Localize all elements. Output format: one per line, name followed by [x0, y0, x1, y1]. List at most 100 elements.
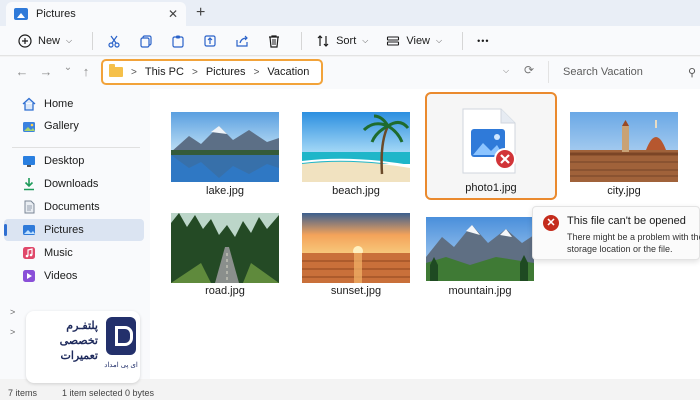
status-bar: 7 items 1 item selected 0 bytes — [0, 388, 700, 400]
sidebar-item-pictures[interactable]: Pictures — [4, 219, 144, 241]
cut-button[interactable] — [101, 29, 127, 53]
pictures-icon — [23, 225, 35, 235]
road-image — [171, 213, 279, 283]
back-arrow-icon[interactable]: ← — [12, 64, 32, 79]
sidebar-item-gallery[interactable]: Gallery — [4, 115, 144, 137]
breadcrumb-pictures[interactable]: Pictures — [206, 66, 246, 78]
navigation-bar: ← → ⌄ ↑ > This PC > Pictures > Vacation … — [0, 57, 700, 89]
close-tab-icon[interactable]: ✕ — [168, 7, 178, 21]
logo-text-line: پلتفـرم — [66, 320, 98, 332]
view-label: View — [406, 34, 431, 47]
sidebar-item-documents[interactable]: Documents — [4, 196, 144, 218]
documents-icon — [24, 200, 35, 214]
error-message-line: storage location or the file. — [567, 244, 673, 254]
divider — [462, 31, 464, 50]
breadcrumb-vacation[interactable]: Vacation — [267, 66, 309, 78]
gallery-icon — [23, 122, 35, 132]
sidebar-item-desktop[interactable]: Desktop — [4, 150, 144, 172]
forward-arrow-icon[interactable]: → — [36, 64, 56, 79]
delete-button[interactable] — [261, 29, 287, 53]
search-input[interactable]: Search Vacation ⚲ — [548, 61, 698, 83]
recent-chevron-icon[interactable]: ⌄ — [58, 62, 78, 73]
file-thumbnail-lake[interactable] — [171, 112, 279, 182]
command-bar: New ⌵ Sort ⌵ View ⌵ ••• — [0, 26, 700, 56]
file-thumbnail-beach[interactable] — [302, 112, 410, 182]
address-history-chevron-icon[interactable]: ⌵ — [503, 66, 509, 76]
divider — [301, 31, 303, 50]
sidebar-item-videos[interactable]: Videos — [4, 265, 144, 287]
tab-pictures[interactable]: Pictures ✕ — [6, 2, 186, 26]
copy-icon — [140, 34, 152, 48]
error-message-line: There might be a problem with the — [567, 232, 700, 242]
chevron-down-icon: ⌵ — [362, 35, 369, 45]
title-bar: Pictures ✕ + — [0, 0, 700, 26]
search-placeholder: Search Vacation — [563, 66, 643, 78]
file-thumbnail-sunset[interactable] — [302, 213, 410, 283]
lake-image — [171, 112, 279, 182]
desktop-icon — [23, 156, 35, 167]
selection-info: 1 item selected 0 bytes — [62, 388, 155, 398]
sidebar-item-home[interactable]: Home — [4, 93, 144, 115]
new-tab-button[interactable]: + — [196, 4, 205, 22]
sunset-image — [302, 213, 410, 283]
sidebar-item-label: Desktop — [44, 155, 85, 167]
file-name: beach.jpg — [332, 185, 380, 197]
sidebar-item-label: Downloads — [44, 178, 99, 190]
search-icon: ⚲ — [687, 67, 696, 79]
sort-icon — [317, 34, 329, 47]
city-image — [570, 112, 678, 182]
view-button[interactable]: View ⌵ — [380, 29, 448, 53]
more-icon: ••• — [477, 35, 490, 46]
logo-text-line: تخصصی — [59, 335, 98, 347]
file-thumbnail-mountain[interactable] — [426, 217, 534, 287]
delete-icon — [269, 34, 280, 48]
divider — [92, 31, 94, 50]
file-thumbnail-city[interactable] — [570, 112, 678, 182]
sort-label: Sort — [336, 34, 357, 47]
error-notification: ✕ This file can't be opened There might … — [532, 206, 700, 260]
logo: پلتفـرم تخصصی تعمیرات ای پی امداد — [26, 311, 140, 383]
folder-icon — [109, 64, 123, 77]
item-count: 7 items — [8, 388, 38, 398]
rename-button[interactable] — [197, 29, 223, 53]
file-item-selected[interactable]: photo1.jpg — [425, 92, 557, 200]
sidebar-item-label: Gallery — [44, 120, 79, 132]
up-arrow-icon[interactable]: ↑ — [76, 64, 96, 79]
refresh-icon[interactable]: ⟳ — [524, 63, 534, 77]
expand-chevron-icon[interactable]: > — [10, 307, 15, 317]
sidebar-item-label: Pictures — [44, 224, 84, 236]
broken-image-file-icon — [462, 108, 516, 174]
new-label: New — [38, 34, 61, 47]
breadcrumb[interactable]: > This PC > Pictures > Vacation — [101, 59, 323, 85]
sidebar-item-label: Documents — [44, 201, 100, 213]
file-thumbnail-road[interactable] — [171, 213, 279, 283]
error-title: This file can't be opened — [567, 215, 686, 227]
expand-chevron-icon[interactable]: > — [10, 327, 15, 337]
new-button[interactable]: New ⌵ — [12, 29, 78, 53]
share-icon — [236, 35, 248, 47]
file-name: city.jpg — [607, 185, 641, 197]
copy-button[interactable] — [133, 29, 159, 53]
sidebar-item-downloads[interactable]: Downloads — [4, 173, 144, 195]
logo-text: پلتفـرم تخصصی تعمیرات — [30, 319, 98, 364]
logo-subtitle: ای پی امداد — [104, 362, 138, 369]
logo-text-line: تعمیرات — [60, 350, 98, 362]
chevron-down-icon: ⌵ — [436, 35, 443, 45]
cut-icon — [108, 35, 120, 48]
breadcrumb-this-pc[interactable]: This PC — [145, 66, 184, 78]
more-options-button[interactable]: ••• — [471, 29, 495, 53]
sort-button[interactable]: Sort ⌵ — [310, 29, 374, 53]
logo-mark-icon — [106, 317, 136, 355]
videos-icon — [23, 270, 35, 282]
view-icon — [387, 35, 400, 46]
share-button[interactable] — [229, 29, 255, 53]
file-name: photo1.jpg — [465, 182, 517, 194]
paste-button[interactable] — [165, 29, 191, 53]
downloads-icon — [24, 178, 34, 191]
sidebar-item-label: Music — [44, 247, 73, 259]
sidebar-item-label: Home — [44, 98, 74, 110]
file-name: road.jpg — [205, 285, 245, 297]
divider — [12, 147, 140, 148]
sidebar-item-music[interactable]: Music — [4, 242, 144, 264]
mountain-image — [426, 217, 534, 281]
